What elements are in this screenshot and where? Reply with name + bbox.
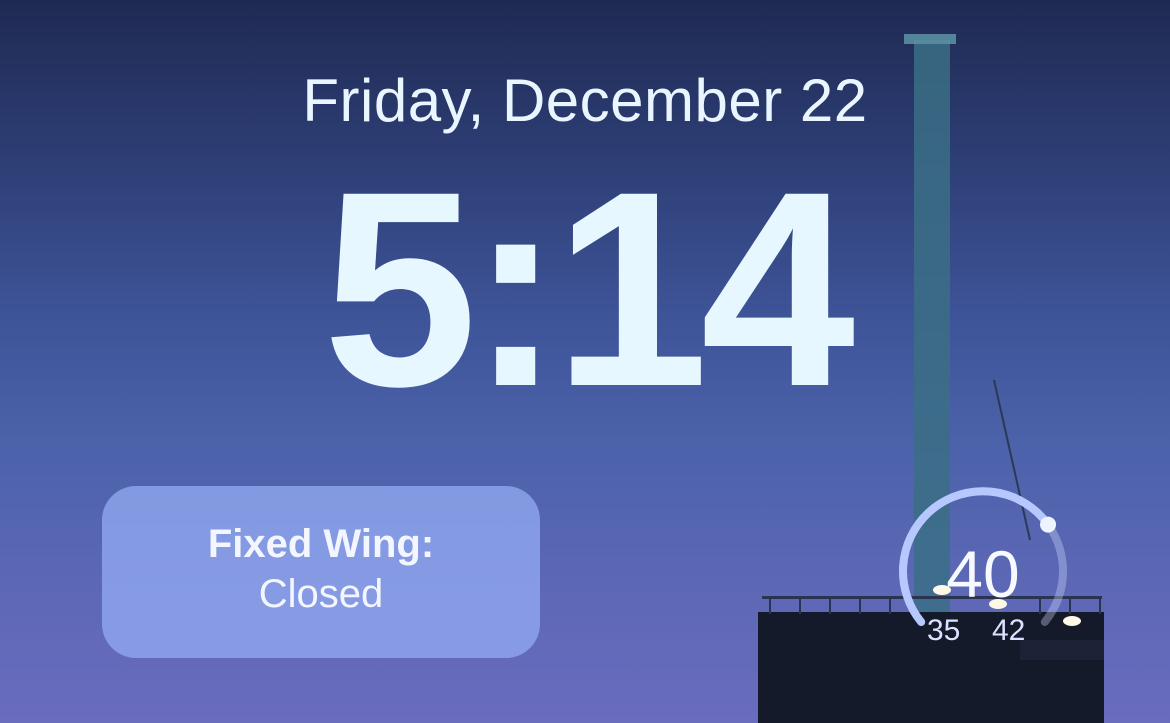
gauge-indicator-dot: [1040, 516, 1057, 533]
widget-title: Fixed Wing:: [207, 522, 435, 566]
widget-status: Closed: [258, 572, 384, 616]
smokestack-top: [904, 34, 956, 44]
gauge-low-value: 35: [927, 614, 961, 647]
weather-gauge-widget[interactable]: 40 35 42: [888, 480, 1078, 650]
lock-screen-date: Friday, December 22: [302, 67, 868, 134]
lock-screen-time: 5:14: [322, 133, 855, 444]
gauge-high-value: 42: [992, 614, 1026, 647]
fixed-wing-widget[interactable]: Fixed Wing: Closed: [102, 486, 540, 658]
gauge-current-value: 40: [946, 537, 1020, 611]
